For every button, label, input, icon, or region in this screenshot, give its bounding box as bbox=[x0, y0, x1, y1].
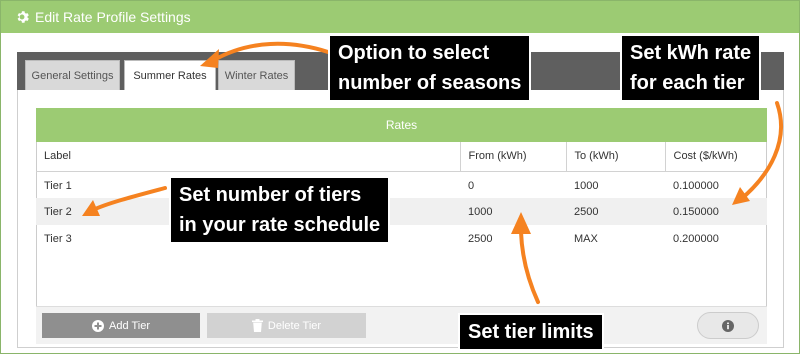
window-title: Edit Rate Profile Settings bbox=[35, 9, 191, 25]
callout-tiers-line2: in your rate schedule bbox=[179, 214, 381, 236]
tier-from-cell[interactable]: 1000 bbox=[460, 198, 566, 225]
table-row[interactable]: Tier 1 0 1000 0.100000 bbox=[36, 171, 767, 198]
rates-header: Rates bbox=[36, 108, 767, 142]
tier-cost-cell[interactable]: 0.200000 bbox=[665, 225, 767, 252]
callout-kwh-line2: for each tier bbox=[630, 72, 745, 94]
tier-to-cell[interactable]: MAX bbox=[566, 225, 665, 252]
table-row[interactable]: Tier 2 1000 2500 0.150000 bbox=[36, 198, 767, 225]
column-header-to[interactable]: To (kWh) bbox=[565, 142, 665, 172]
tier-cost-cell[interactable]: 0.150000 bbox=[665, 198, 767, 225]
tier-cost-cell[interactable]: 0.100000 bbox=[665, 171, 767, 198]
callout-kwh-rate: Set kWh rate for each tier bbox=[620, 34, 762, 102]
callout-tiers: Set number of tiers in your rate schedul… bbox=[169, 176, 391, 244]
rates-table: Label From (kWh) To (kWh) Cost ($/kWh) T… bbox=[36, 142, 767, 252]
window-title-bar: Edit Rate Profile Settings bbox=[1, 1, 799, 33]
add-tier-button[interactable]: Add Tier bbox=[42, 313, 200, 338]
callout-tiers-line1: Set number of tiers bbox=[179, 184, 362, 206]
table-row[interactable]: Tier 3 2500 MAX 0.200000 bbox=[36, 225, 767, 252]
delete-tier-button[interactable]: Delete Tier bbox=[207, 313, 366, 338]
trash-icon bbox=[251, 319, 263, 332]
callout-kwh-line1: Set kWh rate bbox=[630, 42, 752, 64]
tab-general-settings[interactable]: General Settings bbox=[25, 60, 120, 90]
tier-from-cell[interactable]: 2500 bbox=[460, 225, 566, 252]
tab-summer-rates[interactable]: Summer Rates bbox=[124, 60, 216, 91]
column-header-label[interactable]: Label bbox=[36, 142, 460, 172]
column-header-cost[interactable]: Cost ($/kWh) bbox=[664, 142, 767, 172]
callout-seasons-line2: number of seasons bbox=[338, 72, 522, 94]
gear-icon bbox=[17, 11, 29, 23]
add-tier-label: Add Tier bbox=[109, 319, 150, 332]
callout-seasons-line1: Option to select bbox=[338, 42, 490, 64]
callout-limits: Set tier limits bbox=[458, 313, 604, 351]
info-icon bbox=[722, 319, 734, 332]
tier-to-cell[interactable]: 1000 bbox=[566, 171, 665, 198]
tab-winter-rates[interactable]: Winter Rates bbox=[218, 60, 295, 90]
delete-tier-label: Delete Tier bbox=[267, 319, 322, 332]
plus-circle-icon bbox=[92, 319, 105, 332]
tier-from-cell[interactable]: 0 bbox=[460, 171, 566, 198]
info-button[interactable] bbox=[697, 312, 759, 339]
column-header-from[interactable]: From (kWh) bbox=[459, 142, 566, 172]
callout-seasons: Option to select number of seasons bbox=[328, 34, 532, 102]
tier-to-cell[interactable]: 2500 bbox=[566, 198, 665, 225]
table-header-row: Label From (kWh) To (kWh) Cost ($/kWh) bbox=[36, 142, 767, 172]
